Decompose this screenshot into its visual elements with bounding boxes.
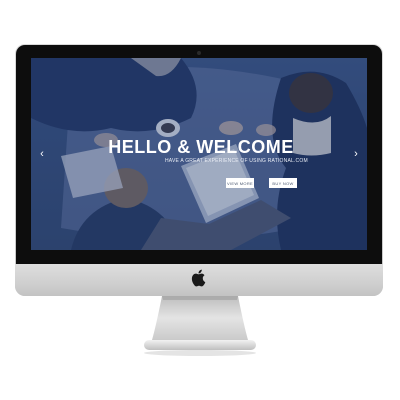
hero-title: HELLO & WELCOME xyxy=(108,137,294,157)
view-more-button[interactable]: VIEW MORE xyxy=(226,178,254,188)
carousel-prev-button[interactable]: ‹ xyxy=(35,145,49,163)
apple-logo-icon xyxy=(191,269,206,287)
chevron-right-icon: › xyxy=(354,147,358,160)
carousel-next-button[interactable]: › xyxy=(349,145,363,163)
imac-monitor: ‹ › HELLO & WELCOME HAVE A GREAT EXPERIE… xyxy=(0,0,400,400)
monitor-stand xyxy=(144,296,256,356)
buy-now-button[interactable]: BUY NOW xyxy=(269,178,297,188)
chevron-left-icon: ‹ xyxy=(40,147,44,160)
hero-subtitle: HAVE A GREAT EXPERIENCE OF USING RATIONA… xyxy=(165,158,308,164)
screen: ‹ › HELLO & WELCOME HAVE A GREAT EXPERIE… xyxy=(31,58,367,250)
camera-icon xyxy=(197,51,201,55)
